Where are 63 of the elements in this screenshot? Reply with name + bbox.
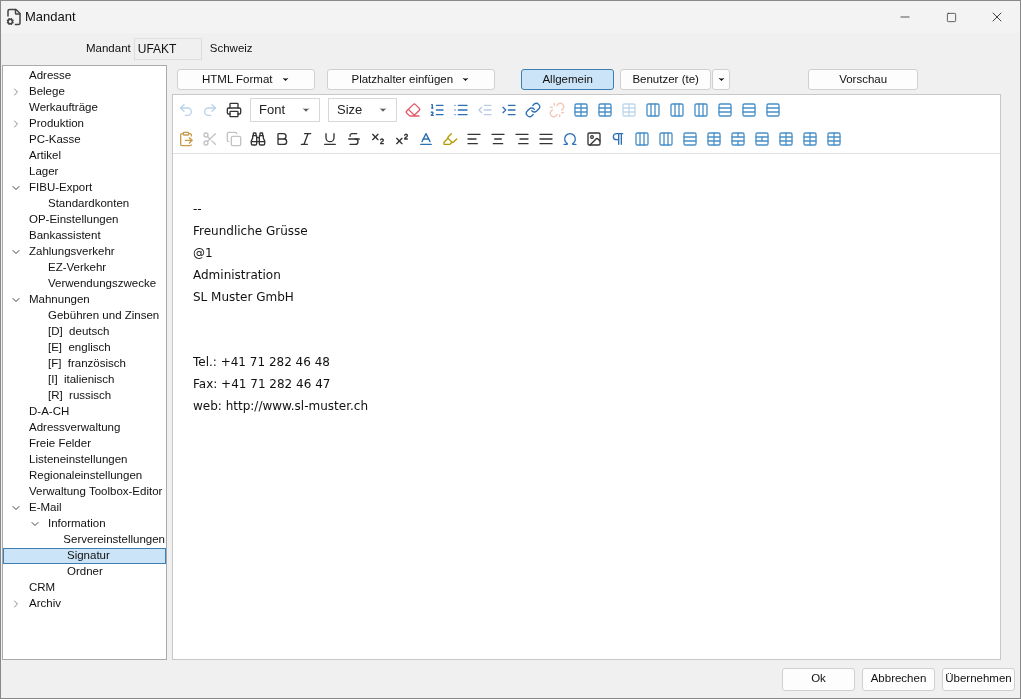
preview-button[interactable]: Vorschau [808, 69, 919, 90]
dialog-button[interactable]: Übernehmen [942, 667, 1015, 691]
mandant-field[interactable]: UFAKT [133, 38, 202, 60]
caret-icon [716, 75, 726, 84]
signature-line: -- [193, 201, 202, 218]
tree-item[interactable]: Archiv [3, 596, 166, 612]
tree-item[interactable]: PC-Kasse [3, 132, 166, 148]
tree-item[interactable]: [R] russisch [3, 388, 166, 404]
tree-item[interactable]: Listeneinstellungen [3, 452, 166, 468]
menu-button[interactable]: Platzhalter einfügen [326, 69, 496, 90]
tree-item[interactable]: CRM [3, 580, 166, 596]
tree-item[interactable]: Werkaufträge [3, 100, 166, 116]
tree-item[interactable]: [D] deutsch [3, 324, 166, 340]
signature-line: SL Muster GmbH [193, 289, 294, 306]
tree-item[interactable]: Verwendungszwecke [3, 276, 166, 292]
tree-item[interactable]: Adressverwaltung [3, 420, 166, 436]
signature-line: Tel.: +41 71 282 46 48 [193, 354, 330, 371]
signature-line: Administration [193, 267, 281, 284]
tree-item[interactable]: Lager [3, 164, 166, 180]
menu-button[interactable]: HTML Format [177, 69, 315, 90]
tree-item[interactable]: OP-Einstellungen [3, 212, 166, 228]
view-toggle-button[interactable]: Allgemein [521, 69, 615, 90]
tree-item[interactable]: Artikel [3, 148, 166, 164]
tree-item[interactable]: Standardkonten [3, 196, 166, 212]
dropdown-button[interactable] [712, 69, 731, 90]
signature-line: @1 [193, 245, 213, 262]
tree-item[interactable]: E-Mail [3, 500, 166, 516]
caret-icon [280, 75, 290, 84]
country-label: Schweiz [209, 41, 253, 57]
tree-item[interactable]: FIBU-Export [3, 180, 166, 196]
signature-line: web: http://www.sl-muster.ch [193, 398, 368, 415]
dropdown-field[interactable]: Size [328, 97, 398, 122]
tree-item[interactable]: Ordner [3, 564, 166, 580]
tree-item[interactable]: Adresse [3, 68, 166, 84]
tree-item[interactable]: Information [3, 516, 166, 532]
tree-item[interactable]: Mahnungen [3, 292, 166, 308]
signature-editor[interactable]: -- Freundliche Grüsse @1 Administration SL Muster GmbH Tel.: +41 71 282 46 48 Fax: +41 71 282 46 47 web: http://www.sl-muster.ch [173, 153, 1000, 659]
dialog-button[interactable]: Ok [782, 667, 855, 691]
tree-item[interactable]: D-A-CH [3, 404, 166, 420]
caret-icon [461, 75, 471, 84]
tree-item[interactable]: Zahlungsverkehr [3, 244, 166, 260]
signature-line: Fax: +41 71 282 46 47 [193, 376, 331, 393]
tree-item[interactable]: [F] französisch [3, 356, 166, 372]
tree-item[interactable]: Belege [3, 84, 166, 100]
view-toggle-button[interactable]: Benutzer (te) [620, 69, 712, 90]
tree-item[interactable]: Produktion [3, 116, 166, 132]
dropdown-field[interactable]: Font [250, 97, 320, 122]
window-title: Mandant [25, 8, 76, 27]
tree-item[interactable]: Signatur [3, 548, 166, 564]
window-app-icon [5, 8, 23, 26]
tree-item[interactable]: EZ-Verkehr [3, 260, 166, 276]
tree-item[interactable]: Verwaltung Toolbox-Editor [3, 484, 166, 500]
tree-item[interactable]: Bankassistent [3, 228, 166, 244]
signature-line: Freundliche Grüsse [193, 223, 308, 240]
tree-item[interactable]: Gebühren und Zinsen [3, 308, 166, 324]
maximize-icon [945, 11, 957, 23]
tree-item[interactable]: Freie Felder [3, 436, 166, 452]
mandant-label: Mandant [86, 41, 131, 57]
tree-item[interactable]: Regionaleinstellungen [3, 468, 166, 484]
tree-item[interactable]: [I] italienisch [3, 372, 166, 388]
tree-item[interactable]: [E] englisch [3, 340, 166, 356]
tree-item[interactable]: Servereinstellungen [3, 532, 166, 548]
dialog-button[interactable]: Abbrechen [862, 667, 935, 691]
